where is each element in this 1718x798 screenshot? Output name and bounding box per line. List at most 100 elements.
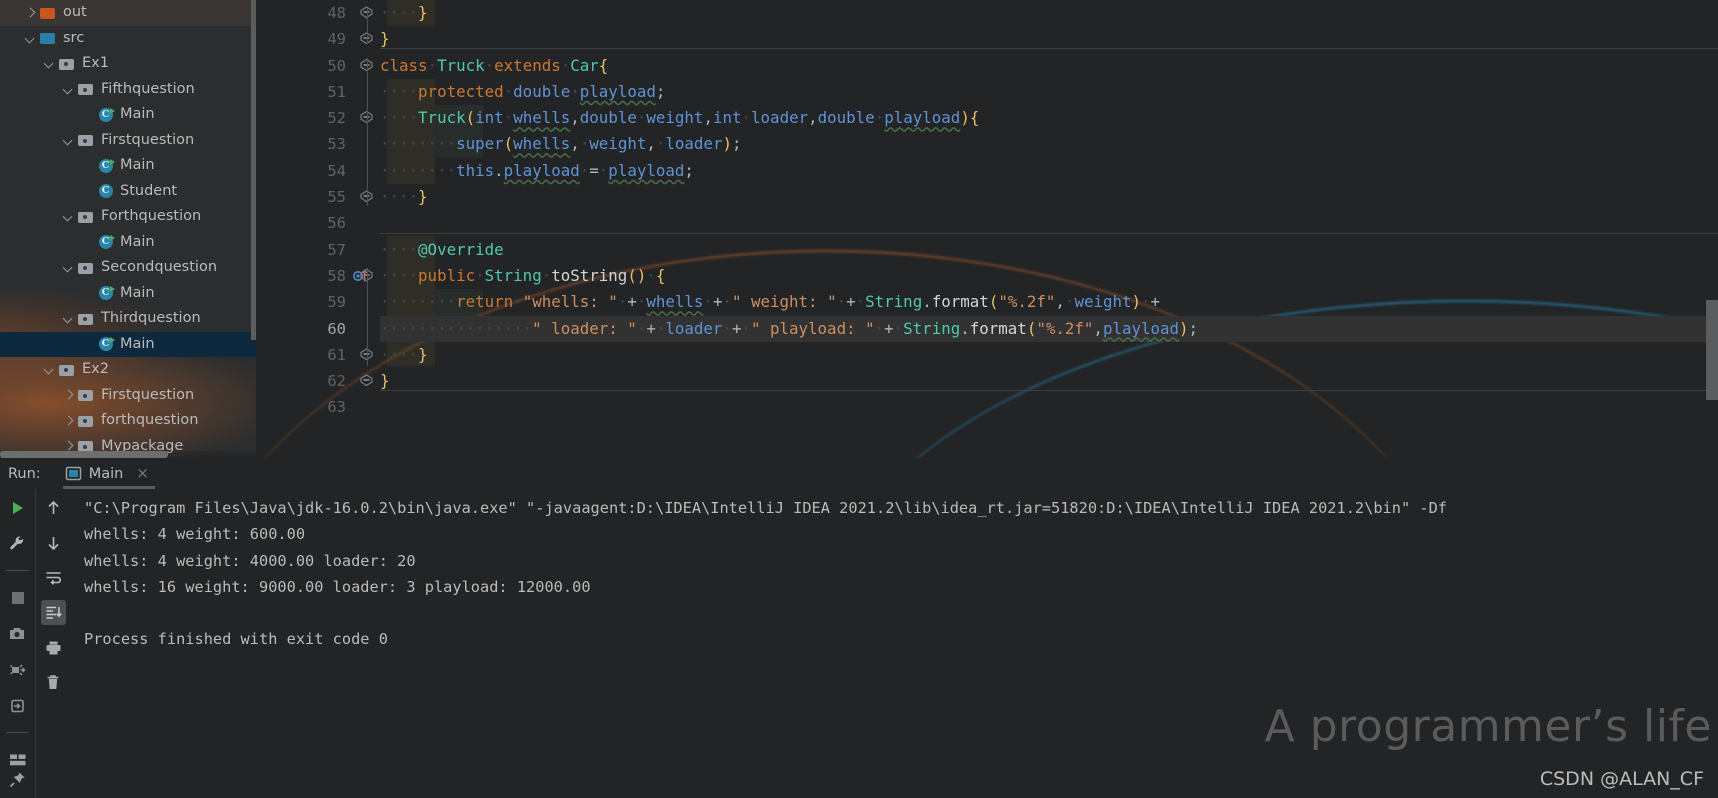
line-number: 61 xyxy=(327,345,346,364)
line-number: 58 xyxy=(327,266,346,285)
tree-item-out[interactable]: out xyxy=(0,0,256,26)
tree-item-firstquestion[interactable]: Firstquestion xyxy=(0,383,256,409)
run-tab-label: Main xyxy=(88,465,124,482)
chevron-right-icon[interactable] xyxy=(61,413,76,428)
tree-item-label: forthquestion xyxy=(101,412,199,429)
tree-item-ex2[interactable]: Ex2 xyxy=(0,357,256,383)
chevron-down-icon[interactable] xyxy=(61,260,76,275)
code-line-48[interactable]: ····} xyxy=(380,0,1718,26)
chevron-down-icon[interactable] xyxy=(61,133,76,148)
idea-window: out src Ex1 Fifthquestion C Main Firstquestion… xyxy=(0,0,1718,798)
run-toolbar-primary[interactable] xyxy=(0,489,35,798)
chevron-down-icon[interactable] xyxy=(61,311,76,326)
code-folding-column[interactable] xyxy=(354,0,380,458)
tree-item-main[interactable]: C Main xyxy=(0,331,256,357)
line-number: 50 xyxy=(327,56,346,75)
tree-item-main[interactable]: C Main xyxy=(0,230,256,256)
gutter-line-60[interactable]: 60 xyxy=(256,316,394,342)
project-tool-window[interactable]: out src Ex1 Fifthquestion C Main Firstquestion… xyxy=(0,0,256,458)
tree-item-firstquestion[interactable]: Firstquestion xyxy=(0,128,256,154)
code-line-56[interactable] xyxy=(380,210,1718,236)
gutter-line-63[interactable]: 63 xyxy=(256,394,354,420)
line-number: 51 xyxy=(327,82,346,101)
gutter-line-52[interactable]: 52 xyxy=(256,105,354,131)
gutter-line-53[interactable]: 53 xyxy=(256,131,354,157)
thread-dump-icon[interactable] xyxy=(5,657,30,682)
gutter-line-62[interactable]: 62 xyxy=(256,368,354,394)
run-tab-main[interactable]: Main × xyxy=(62,458,156,489)
chevron-down-icon[interactable] xyxy=(42,362,57,377)
tree-item-forthquestion[interactable]: forthquestion xyxy=(0,408,256,434)
pin-icon[interactable] xyxy=(5,767,30,792)
run-label: Run: xyxy=(8,465,41,482)
code-line-62[interactable]: } xyxy=(380,368,1718,394)
scroll-to-end-icon[interactable] xyxy=(40,600,66,625)
project-tree[interactable]: out src Ex1 Fifthquestion C Main Firstquestion… xyxy=(0,0,256,458)
printer-icon[interactable] xyxy=(41,635,66,660)
gutter-line-57[interactable]: 57 xyxy=(256,237,354,263)
code-line-59[interactable]: ········return·"whells: "·+·whells·+·" w… xyxy=(380,289,1718,315)
stop-button[interactable] xyxy=(5,585,30,610)
tree-item-src[interactable]: src xyxy=(0,26,256,52)
code-line-61[interactable]: ····} xyxy=(380,342,1718,368)
console-output[interactable]: "C:\Program Files\Java\jdk-16.0.2\bin\ja… xyxy=(70,489,1718,798)
edit-configurations-button[interactable] xyxy=(5,531,30,556)
code-editor[interactable]: 48 49 50 51 52 53 54 55 56 57 58 59 60 61 62 63 ····}} c… xyxy=(256,0,1718,458)
soft-wrap-icon[interactable] xyxy=(41,565,66,590)
run-toolbar-secondary[interactable] xyxy=(35,489,70,798)
code-line-58[interactable]: ····public·String·toString()·{ xyxy=(380,263,1718,289)
code-line-51[interactable]: ····protected·double·playload; xyxy=(380,79,1718,105)
gutter-line-61[interactable]: 61 xyxy=(256,342,354,368)
gutter-line-58[interactable]: 58 xyxy=(256,263,368,289)
editor-vertical-scrollbar[interactable] xyxy=(1706,300,1718,400)
camera-icon[interactable] xyxy=(5,621,30,646)
project-horizontal-scrollbar[interactable] xyxy=(0,451,256,458)
code-line-63[interactable] xyxy=(380,394,1718,420)
gutter-line-48[interactable]: 48 xyxy=(256,0,354,26)
gutter-line-55[interactable]: 55 xyxy=(256,184,354,210)
tree-item-student[interactable]: C Student xyxy=(0,179,256,205)
code-line-50[interactable]: class·Truck·extends·Car{ xyxy=(380,53,1718,79)
gutter-line-49[interactable]: 49 xyxy=(256,26,354,52)
tree-item-fifthquestion[interactable]: Fifthquestion xyxy=(0,77,256,103)
rerun-button[interactable] xyxy=(5,495,30,520)
gutter-line-54[interactable]: 54 xyxy=(256,158,354,184)
tree-item-forthquestion[interactable]: Forthquestion xyxy=(0,204,256,230)
editor-gutter[interactable]: 48 49 50 51 52 53 54 55 56 57 58 59 60 61 62 63 xyxy=(256,0,394,458)
chevron-down-icon[interactable] xyxy=(61,82,76,97)
chevron-right-icon[interactable] xyxy=(61,388,76,403)
toolbar-divider xyxy=(6,732,29,733)
tree-item-main[interactable]: C Main xyxy=(0,153,256,179)
code-line-54[interactable]: ········this.playload·=·playload; xyxy=(380,158,1718,184)
tree-item-thirdquestion[interactable]: Thirdquestion xyxy=(0,306,256,332)
code-line-60[interactable]: ················" loader: "·+·loader·+·"… xyxy=(256,315,1718,343)
code-line-57[interactable]: ····@Override xyxy=(380,237,1718,263)
code-line-55[interactable]: ····} xyxy=(380,184,1718,210)
arrow-down-icon[interactable] xyxy=(41,530,66,555)
tree-item-main[interactable]: C Main xyxy=(0,102,256,128)
code-line-53[interactable]: ········super(whells,·weight,·loader); xyxy=(380,131,1718,157)
gutter-line-59[interactable]: 59 xyxy=(256,289,354,315)
code-line-52[interactable]: ····Truck(int·whells,double·weight,int·l… xyxy=(380,105,1718,131)
close-icon[interactable]: × xyxy=(136,466,149,481)
code-line-49[interactable]: } xyxy=(380,26,1718,52)
arrow-up-icon[interactable] xyxy=(41,495,66,520)
tree-item-main[interactable]: C Main xyxy=(0,281,256,307)
folder-output-icon xyxy=(39,5,58,21)
chevron-down-icon[interactable] xyxy=(23,31,38,46)
trash-icon[interactable] xyxy=(41,670,66,695)
chevron-right-icon[interactable] xyxy=(23,5,38,20)
gutter-line-56[interactable]: 56 xyxy=(256,210,354,236)
chevron-down-icon[interactable] xyxy=(42,56,57,71)
gutter-line-50[interactable]: 50 xyxy=(256,53,354,79)
folder-icon xyxy=(77,81,96,97)
tree-item-ex1[interactable]: Ex1 xyxy=(0,51,256,77)
editor-text-area[interactable]: ····}} class·Truck·extends·Car{····protec… xyxy=(256,0,1718,458)
tree-item-secondquestion[interactable]: Secondquestion xyxy=(0,255,256,281)
export-icon[interactable] xyxy=(5,693,30,718)
chevron-down-icon[interactable] xyxy=(61,209,76,224)
scrollbar-thumb[interactable] xyxy=(0,451,168,458)
fold-end-icon[interactable] xyxy=(359,373,374,388)
gutter-line-51[interactable]: 51 xyxy=(256,79,354,105)
